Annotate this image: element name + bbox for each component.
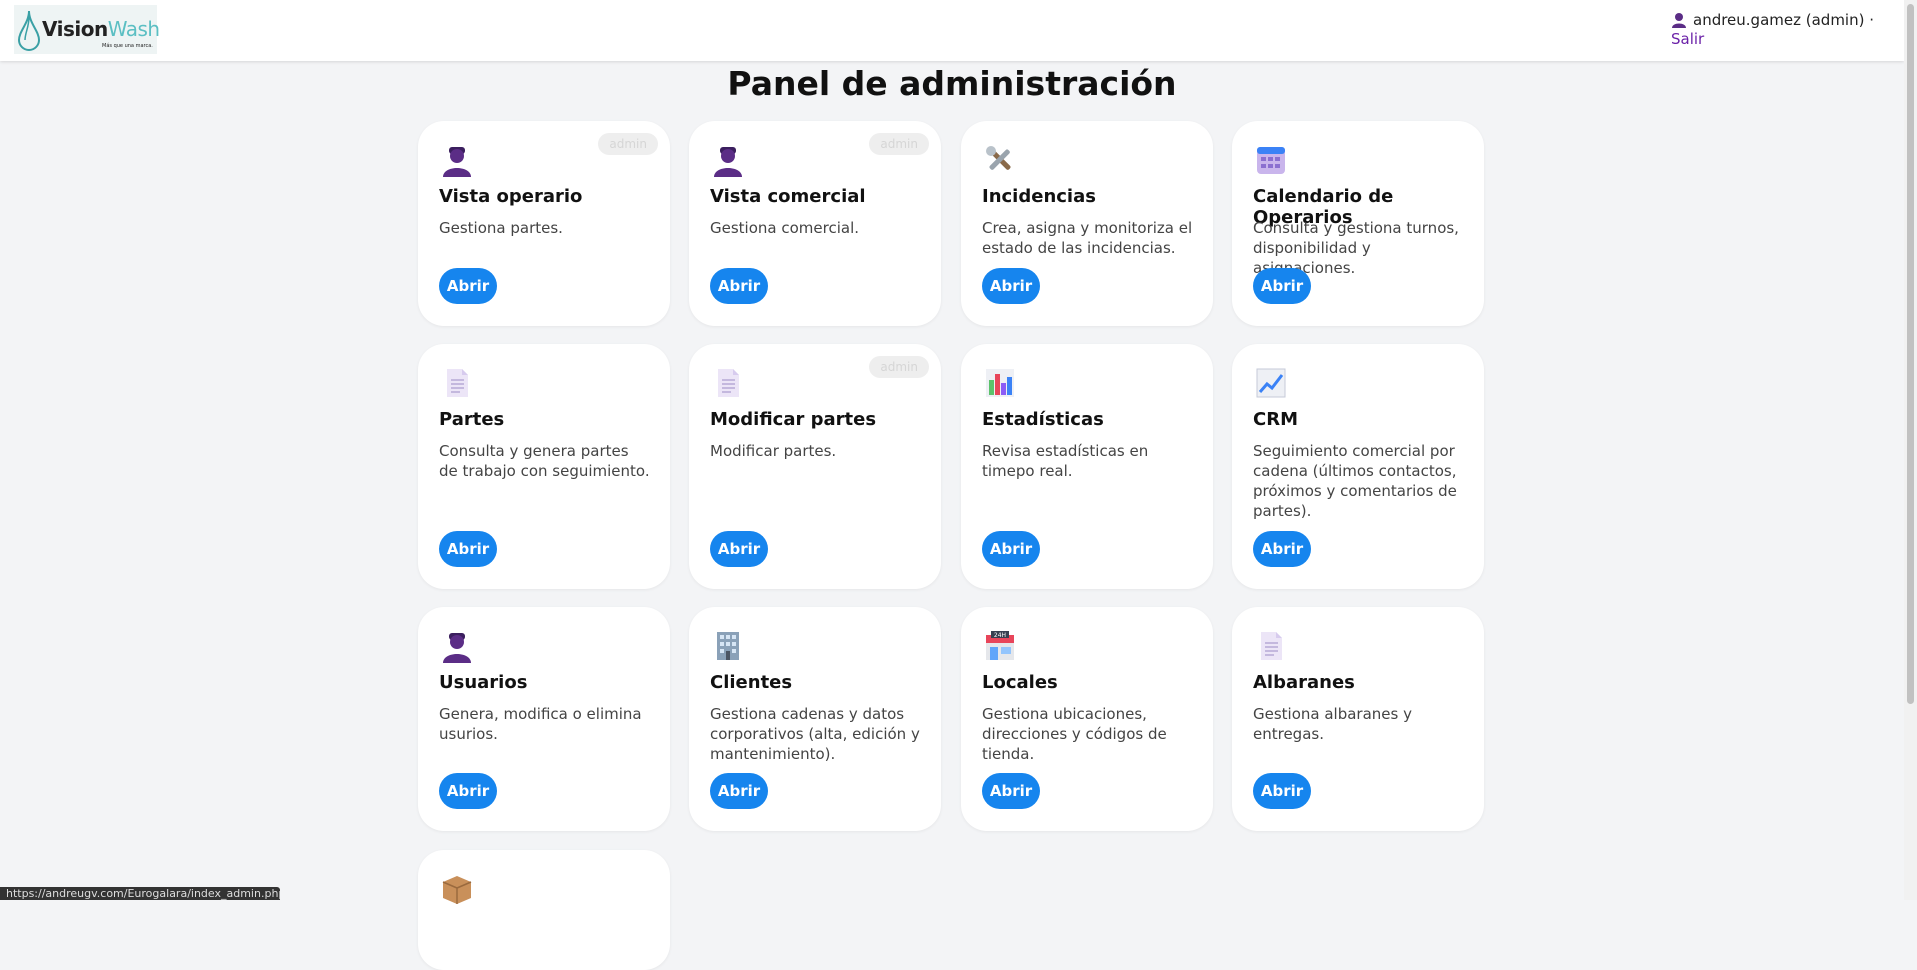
scrollbar-thumb[interactable] bbox=[1907, 4, 1914, 704]
card-title: Incidencias bbox=[982, 186, 1096, 207]
card-title: Vista comercial bbox=[710, 186, 866, 207]
logout-link[interactable]: Salir bbox=[1671, 30, 1874, 48]
status-bar-url: https://andreugv.com/Eurogalara/index_ad… bbox=[0, 887, 280, 900]
document-icon bbox=[1254, 629, 1288, 663]
logo-tagline: Más que una marca. bbox=[102, 43, 153, 49]
tools-icon bbox=[983, 143, 1017, 177]
open-button[interactable]: Abrir bbox=[710, 773, 768, 809]
worker-icon bbox=[440, 629, 474, 663]
open-button[interactable]: Abrir bbox=[982, 268, 1040, 304]
card-description: Modificar partes. bbox=[710, 442, 837, 460]
card-description: Revisa estadísticas en timepo real. bbox=[982, 442, 1149, 480]
admin-card: admin Modificar partes Modificar partes. Ab… bbox=[689, 344, 941, 589]
user-icon bbox=[1672, 13, 1686, 28]
worker-icon bbox=[711, 143, 745, 177]
card-title: Albaranes bbox=[1253, 672, 1355, 693]
page-title: Panel de administración bbox=[727, 64, 1177, 103]
scrollbar[interactable] bbox=[1904, 0, 1917, 900]
admin-card bbox=[418, 850, 670, 970]
admin-card: Calendario de Operarios Consulta y gestio… bbox=[1232, 121, 1484, 326]
office-building-icon bbox=[711, 629, 745, 663]
card-title: Partes bbox=[439, 409, 505, 430]
open-button[interactable]: Abrir bbox=[1253, 773, 1311, 809]
store-24h-icon: 24H bbox=[983, 629, 1017, 663]
user-menu: andreu.gamez (admin) · Salir bbox=[1671, 11, 1874, 48]
worker-icon bbox=[440, 143, 474, 177]
card-description: Genera, modifica o elimina usurios. bbox=[439, 705, 642, 743]
user-name: andreu.gamez (admin) · bbox=[1693, 11, 1874, 29]
admin-card: CRM Seguimiento comercial por cadena (últ… bbox=[1232, 344, 1484, 589]
calendar-icon bbox=[1254, 143, 1288, 177]
open-button[interactable]: Abrir bbox=[1253, 268, 1311, 304]
card-title: Estadísticas bbox=[982, 409, 1104, 430]
svg-text:24H: 24H bbox=[994, 632, 1006, 639]
card-title: CRM bbox=[1253, 409, 1298, 430]
card-description: Crea, asigna y monitoriza el estado de l… bbox=[982, 219, 1193, 257]
card-description: Gestiona cadenas y datos corporativos (a… bbox=[710, 705, 920, 763]
card-description: Consulta y genera partes de trabajo con … bbox=[439, 442, 650, 480]
open-button[interactable]: Abrir bbox=[710, 531, 768, 567]
logo-wordmark: VisionWash bbox=[42, 17, 160, 41]
admin-card: Partes Consulta y genera partes de trabaj… bbox=[418, 344, 670, 589]
visionwash-logo[interactable]: VisionWash Más que una marca. bbox=[14, 5, 160, 54]
admin-badge: admin bbox=[869, 356, 929, 378]
open-button[interactable]: Abrir bbox=[710, 268, 768, 304]
open-button[interactable]: Abrir bbox=[439, 531, 497, 567]
bar-chart-icon bbox=[983, 366, 1017, 400]
card-title: Modificar partes bbox=[710, 409, 877, 430]
card-title: Clientes bbox=[710, 672, 793, 693]
document-icon bbox=[440, 366, 474, 400]
admin-card: admin Vista comercial Gestiona comercial. A… bbox=[689, 121, 941, 326]
admin-card: Estadísticas Revisa estadísticas en timep… bbox=[961, 344, 1213, 589]
water-drop-icon bbox=[17, 10, 41, 51]
admin-card: Usuarios Genera, modifica o elimina usuri… bbox=[418, 607, 670, 831]
admin-badge: admin bbox=[869, 133, 929, 155]
admin-card: admin Vista operario Gestiona partes. Abrir bbox=[418, 121, 670, 326]
open-button[interactable]: Abrir bbox=[1253, 531, 1311, 567]
document-icon bbox=[711, 366, 745, 400]
card-description: Gestiona albaranes y entregas. bbox=[1253, 705, 1412, 743]
open-button[interactable]: Abrir bbox=[982, 773, 1040, 809]
open-button[interactable]: Abrir bbox=[439, 268, 497, 304]
top-bar: VisionWash Más que una marca. andreu.gam… bbox=[0, 0, 1904, 61]
admin-card: Incidencias Crea, asigna y monitoriza el … bbox=[961, 121, 1213, 326]
card-description: Gestiona comercial. bbox=[710, 219, 860, 237]
line-chart-icon bbox=[1254, 366, 1288, 400]
card-description: Gestiona partes. bbox=[439, 219, 563, 237]
card-description: Seguimiento comercial por cadena (último… bbox=[1253, 442, 1457, 520]
open-button[interactable]: Abrir bbox=[982, 531, 1040, 567]
admin-card: Albaranes Gestiona albaranes y entregas. A… bbox=[1232, 607, 1484, 831]
admin-card: 24H Locales Gestiona ubicaciones, direccio… bbox=[961, 607, 1213, 831]
card-title: Usuarios bbox=[439, 672, 528, 693]
card-title: Vista operario bbox=[439, 186, 583, 207]
open-button[interactable]: Abrir bbox=[439, 773, 497, 809]
card-title: Locales bbox=[982, 672, 1058, 693]
admin-badge: admin bbox=[598, 133, 658, 155]
package-icon bbox=[440, 872, 474, 906]
admin-card: Clientes Gestiona cadenas y datos corpora… bbox=[689, 607, 941, 831]
card-description: Gestiona ubicaciones, direcciones y códi… bbox=[982, 705, 1167, 763]
